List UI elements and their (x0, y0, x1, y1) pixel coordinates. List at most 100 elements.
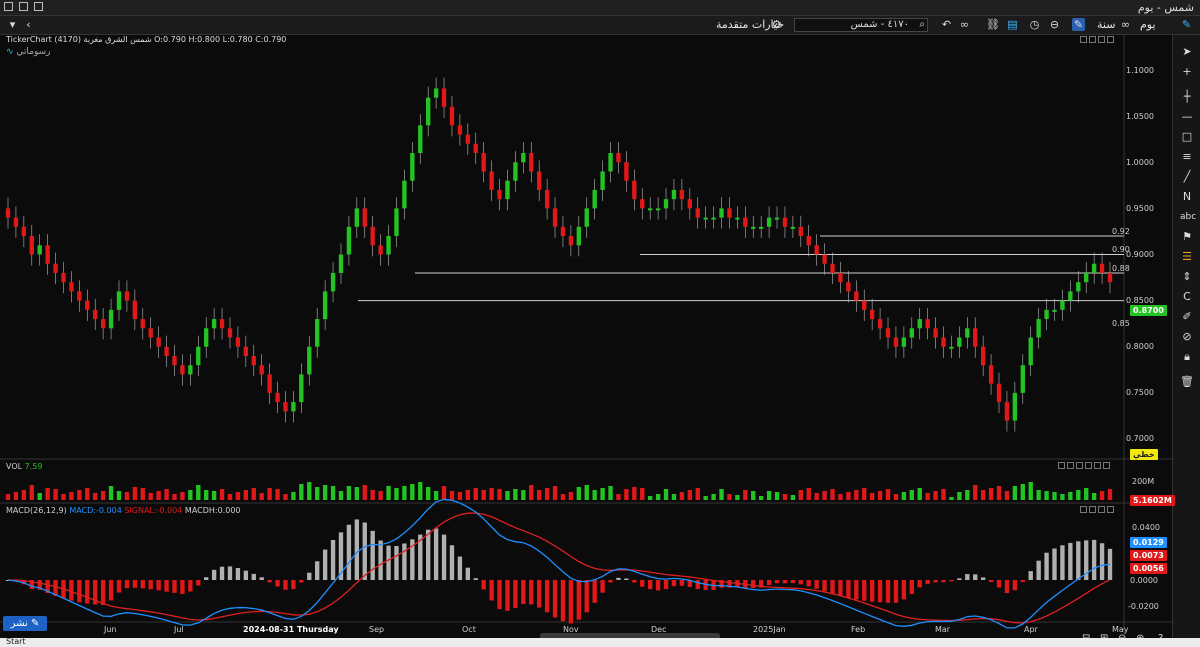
layout-icon[interactable]: ▤ (1006, 18, 1019, 31)
link-icon[interactable]: ∞ (958, 18, 971, 31)
candle-body (822, 254, 827, 264)
draw-icon[interactable]: ✎ (1180, 18, 1193, 31)
macd-histogram-bar (973, 574, 978, 580)
hide-icon[interactable]: ⊘ (1180, 330, 1194, 344)
candle-body (893, 337, 899, 347)
volume-pane-controls[interactable] (1058, 462, 1110, 469)
candle-body (465, 134, 471, 144)
brush-icon[interactable]: ✐ (1180, 310, 1194, 324)
trash-icon[interactable]: 🗑︎ (1180, 375, 1194, 389)
pattern-icon[interactable]: N (1180, 190, 1194, 204)
volume-bar (1020, 484, 1025, 500)
symbol-search-input[interactable]: ٤١٧٠ - شمس ⌕ (794, 18, 928, 32)
flag-icon[interactable]: ⚑ (1180, 230, 1194, 244)
cursor-icon[interactable]: ➤ (1180, 45, 1194, 59)
macd-histogram-bar (362, 522, 367, 580)
volume-bar (544, 488, 550, 500)
volume-bar (536, 490, 542, 500)
macd-histogram-bar (259, 577, 264, 580)
period-day-button[interactable]: يوم (1140, 18, 1156, 31)
trend-line-icon[interactable]: ╱ (1180, 170, 1194, 184)
lines-tag[interactable]: خطي (1130, 449, 1158, 460)
macd-histogram-bar (640, 580, 645, 587)
close-icon[interactable] (4, 2, 13, 11)
candle-body (766, 217, 772, 227)
candle-body (973, 328, 978, 347)
pencil-icon[interactable]: ✎ (1072, 18, 1085, 31)
volume-bar (449, 491, 455, 500)
macd-histogram-bar (85, 580, 90, 604)
candle-body (695, 208, 700, 218)
candle-body (37, 245, 42, 255)
price-pane-controls[interactable] (1080, 36, 1114, 43)
vertical-line-icon[interactable]: ┼ (1180, 90, 1194, 104)
macd-histogram-bar (481, 580, 486, 590)
candle-body (1036, 319, 1041, 338)
rectangle-icon[interactable]: □ (1180, 130, 1194, 144)
volume-bar (719, 489, 724, 500)
settings-icon[interactable]: ⚙ (770, 18, 783, 31)
volume-bar (465, 490, 471, 500)
candle-body (1028, 337, 1033, 366)
minimize-icon[interactable] (34, 2, 43, 11)
macd-histogram-bar (751, 580, 756, 589)
macd-histogram-bar (957, 578, 962, 580)
volume-bar (418, 482, 423, 500)
macd-histogram-bar (576, 580, 582, 620)
period-year-button[interactable]: سنة (1097, 18, 1115, 31)
minus-circle-icon[interactable]: ⊖ (1048, 18, 1061, 31)
volume-bar (584, 485, 589, 500)
my-drawings-label[interactable]: ∿ رسوماتي (6, 47, 51, 57)
macd-histogram-bar (100, 580, 106, 606)
maximize-icon[interactable] (19, 2, 28, 11)
volume-bar (877, 491, 883, 500)
candle-body (584, 208, 589, 227)
candle-body (45, 245, 50, 264)
macd-histogram-bar (449, 545, 455, 580)
chain-icon[interactable]: ⛓ (986, 18, 1000, 31)
volume-bar (973, 485, 978, 500)
macd-histogram-bar (774, 580, 780, 584)
candle-body (949, 346, 954, 349)
crosshair-icon[interactable]: + (1180, 65, 1194, 79)
search-icon[interactable]: ⌕ (919, 19, 925, 31)
chart-canvas[interactable] (0, 35, 1172, 647)
volume-bar (378, 491, 383, 500)
macd-pane-controls[interactable] (1080, 506, 1114, 513)
volume-bar (243, 490, 249, 500)
macd-histogram-bar (980, 577, 986, 580)
current-price-tag: 0.8700 (1130, 305, 1167, 316)
candle-body (251, 355, 256, 366)
volume-bar (846, 492, 851, 500)
chart-area[interactable]: TickerChart (4170) شمس الشرق مغربة O:0.7… (0, 35, 1175, 647)
horizontal-line-icon[interactable]: — (1180, 110, 1194, 124)
lock-icon[interactable]: 🔒︎ (1180, 350, 1194, 364)
candle-body (21, 226, 27, 237)
measure-icon[interactable]: ⇕ (1180, 270, 1194, 284)
candle-body (100, 319, 106, 329)
volume-bar (457, 492, 463, 500)
start-button[interactable]: Start (6, 637, 26, 646)
candle-body (529, 153, 534, 172)
macd-histogram-bar (877, 580, 883, 603)
text-icon[interactable]: abc (1180, 210, 1196, 224)
macd-histogram-bar (568, 580, 574, 624)
clock-icon[interactable]: ◷ (1028, 18, 1041, 31)
candle-body (354, 208, 360, 227)
chevron-down-icon[interactable]: ▾ (6, 18, 19, 31)
volume-bar (172, 494, 177, 500)
magnet-icon[interactable]: C (1180, 290, 1194, 304)
undo-icon[interactable]: ↶ (940, 18, 953, 31)
volume-bar (743, 490, 748, 500)
macd-tick: 0.0400 (1132, 523, 1160, 532)
fib-icon[interactable]: ≡ (1180, 150, 1194, 164)
macd-histogram-bar (299, 580, 304, 583)
macd-tag: 0.0129 (1130, 537, 1167, 548)
macd-histogram-bar (529, 580, 534, 605)
chevron-left-icon[interactable]: ‹ (22, 18, 35, 31)
list-icon[interactable]: ☰ (1180, 250, 1194, 264)
publish-button[interactable]: نشر ✎ (3, 616, 47, 631)
candle-body (283, 402, 288, 412)
volume-bar (917, 488, 922, 500)
infinity-icon[interactable]: ∞ (1119, 18, 1132, 31)
